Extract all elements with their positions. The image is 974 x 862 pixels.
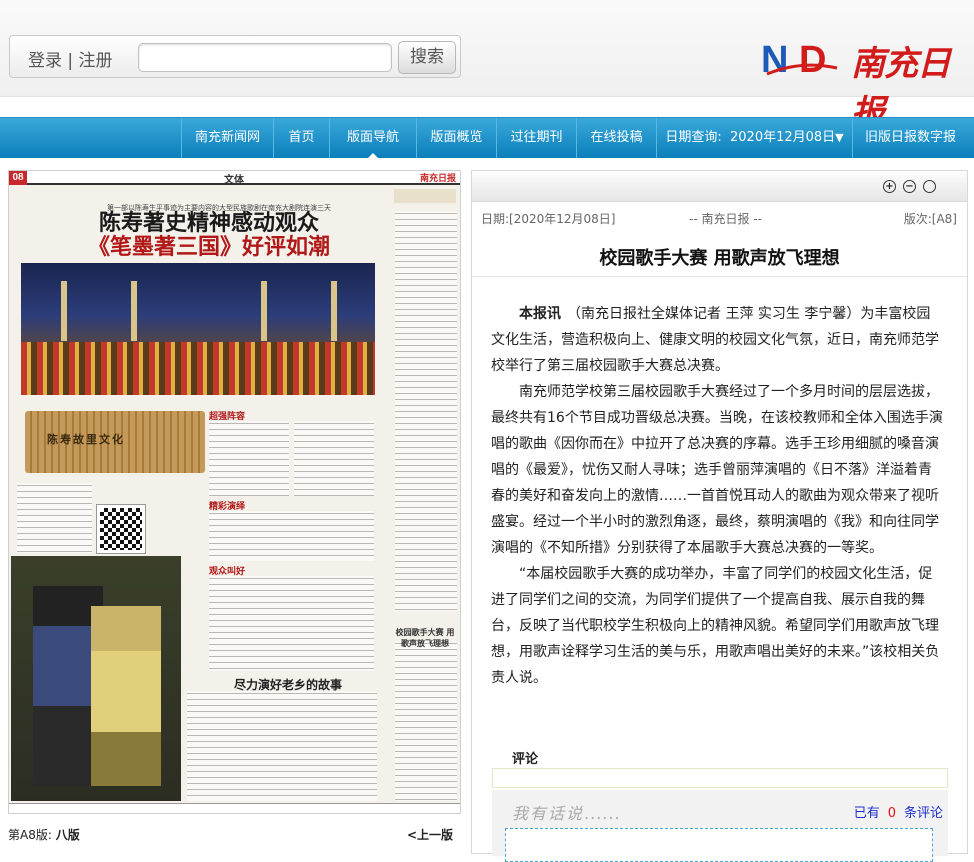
comment-box: 我有话说...... 已有 0 条评论 [492,790,948,862]
reset-icon[interactable] [923,180,936,193]
nd-logo-mark: N D [761,34,841,81]
article-source: -- 南充日报 -- [689,212,762,226]
article-date: 日期:[2020年12月08日] [481,212,616,226]
qr-code [96,504,146,554]
main-nav: 南充新闻网 首页 版面导航 版面概览 过往期刊 在线投稿 日期查询: 2020年… [0,117,974,159]
nav-item-news-site[interactable]: 南充新闻网 [181,118,273,158]
np-side-article-title[interactable]: 校园歌手大赛 用歌声放飞理想 [395,627,455,649]
np-page-header: 08 文体 南充日报 [9,171,460,186]
zoom-out-icon[interactable]: − [903,180,916,193]
divider [472,276,967,277]
svg-text:N: N [761,39,788,80]
np-stage-photo [21,263,375,395]
header: 登录 | 注册 搜索 N D 南充日报 [0,0,974,133]
nav-item-past-issues[interactable]: 过往期刊 [496,118,576,158]
np-section-title: 文体 [224,175,244,186]
date-picker[interactable]: 日期查询: 2020年12月08日▼ [656,118,852,158]
article-page: 版次:[A8] [903,212,957,226]
article-toolbar: + − [472,171,967,202]
np-headline[interactable]: 陈寿著史精神感动观众 《笔墨著三国》好评如潮 [39,211,379,259]
article-paragraph: 南充师范学校第三届校园歌手大赛经过了一个多月时间的层层选拔，最终共有16个节目成… [491,384,943,556]
article-title: 校园歌手大赛 用歌声放飞理想 [599,248,840,269]
zoom-in-icon[interactable]: + [883,180,896,193]
article-paragraph: “本届校园歌手大赛的成功举办，丰富了同学们的校园文化生活，促进了同学们之间的交流… [491,566,940,686]
np-text-column [17,483,92,553]
chevron-down-icon: ▼ [835,131,844,144]
newspaper-page-image[interactable]: 08 文体 南充日报 第一部以陈寿生平事迹为主要内容的大型民族歌剧在南充大剧院连… [8,170,461,814]
nav-item-overview[interactable]: 版面概览 [416,118,496,158]
comment-prompt: 我有话说...... [512,804,621,823]
comments-bar [492,768,948,788]
edition-label[interactable]: 第A8版: 八版 [8,826,80,843]
nav-item-home[interactable]: 首页 [273,118,329,158]
date-label: 日期查询: [665,130,722,145]
np-text-column [209,576,374,671]
search-button[interactable]: 搜索 [398,41,456,74]
article-panel: + − 日期:[2020年12月08日] -- 南充日报 -- 版次:[A8] … [471,170,968,862]
comment-count[interactable]: 已有 0 条评论 [854,802,943,821]
np-feature-title: 尽力演好老乡的故事 [234,678,343,692]
nav-item-layout-nav[interactable]: 版面导航 [329,118,416,159]
login-register-link[interactable]: 登录 | 注册 [28,46,113,71]
nav-item-submit[interactable]: 在线投稿 [576,118,656,158]
np-text-column [209,421,289,496]
nav-item-old-edition[interactable]: 旧版日报数字报 [852,118,968,158]
np-text-column [187,691,377,801]
date-value: 2020年12月08日 [730,130,836,145]
np-text-column [395,211,457,611]
np-headline-line1: 陈寿著史精神感动观众 [98,210,319,236]
comment-input[interactable] [505,828,933,862]
np-bamboo-scroll-image: 陈寿故里文化 [25,411,205,473]
np-scroll-text: 陈寿故里文化 [47,433,125,446]
np-text-column [294,421,374,496]
np-brand: 南充日报 [419,174,456,184]
article-paragraph: 本报讯 （南充日报社全媒体记者 王萍 实习生 李宁馨）为丰富校园文化生活，营造积极… [491,306,939,374]
site-logo[interactable]: N D 南充日报 [761,34,966,133]
np-headline-line2: 《笔墨著三国》好评如潮 [87,234,330,260]
svg-text:D: D [799,39,826,80]
search-input[interactable] [138,43,392,72]
np-side-header [394,189,456,203]
comments-label: 评论 [512,752,539,767]
np-text-column [395,641,457,801]
np-text-column [209,511,374,561]
np-opera-photo [11,556,181,801]
prev-page-link[interactable]: <上一版 [407,826,453,843]
article-lead: 本报讯 [519,306,561,322]
np-page-number: 08 [9,171,27,185]
login-search-box: 登录 | 注册 搜索 [9,35,461,78]
article-body: 本报讯 （南充日报社全媒体记者 王萍 实习生 李宁馨）为丰富校园文化生活，营造积极… [491,301,943,691]
np-footer [9,803,460,813]
